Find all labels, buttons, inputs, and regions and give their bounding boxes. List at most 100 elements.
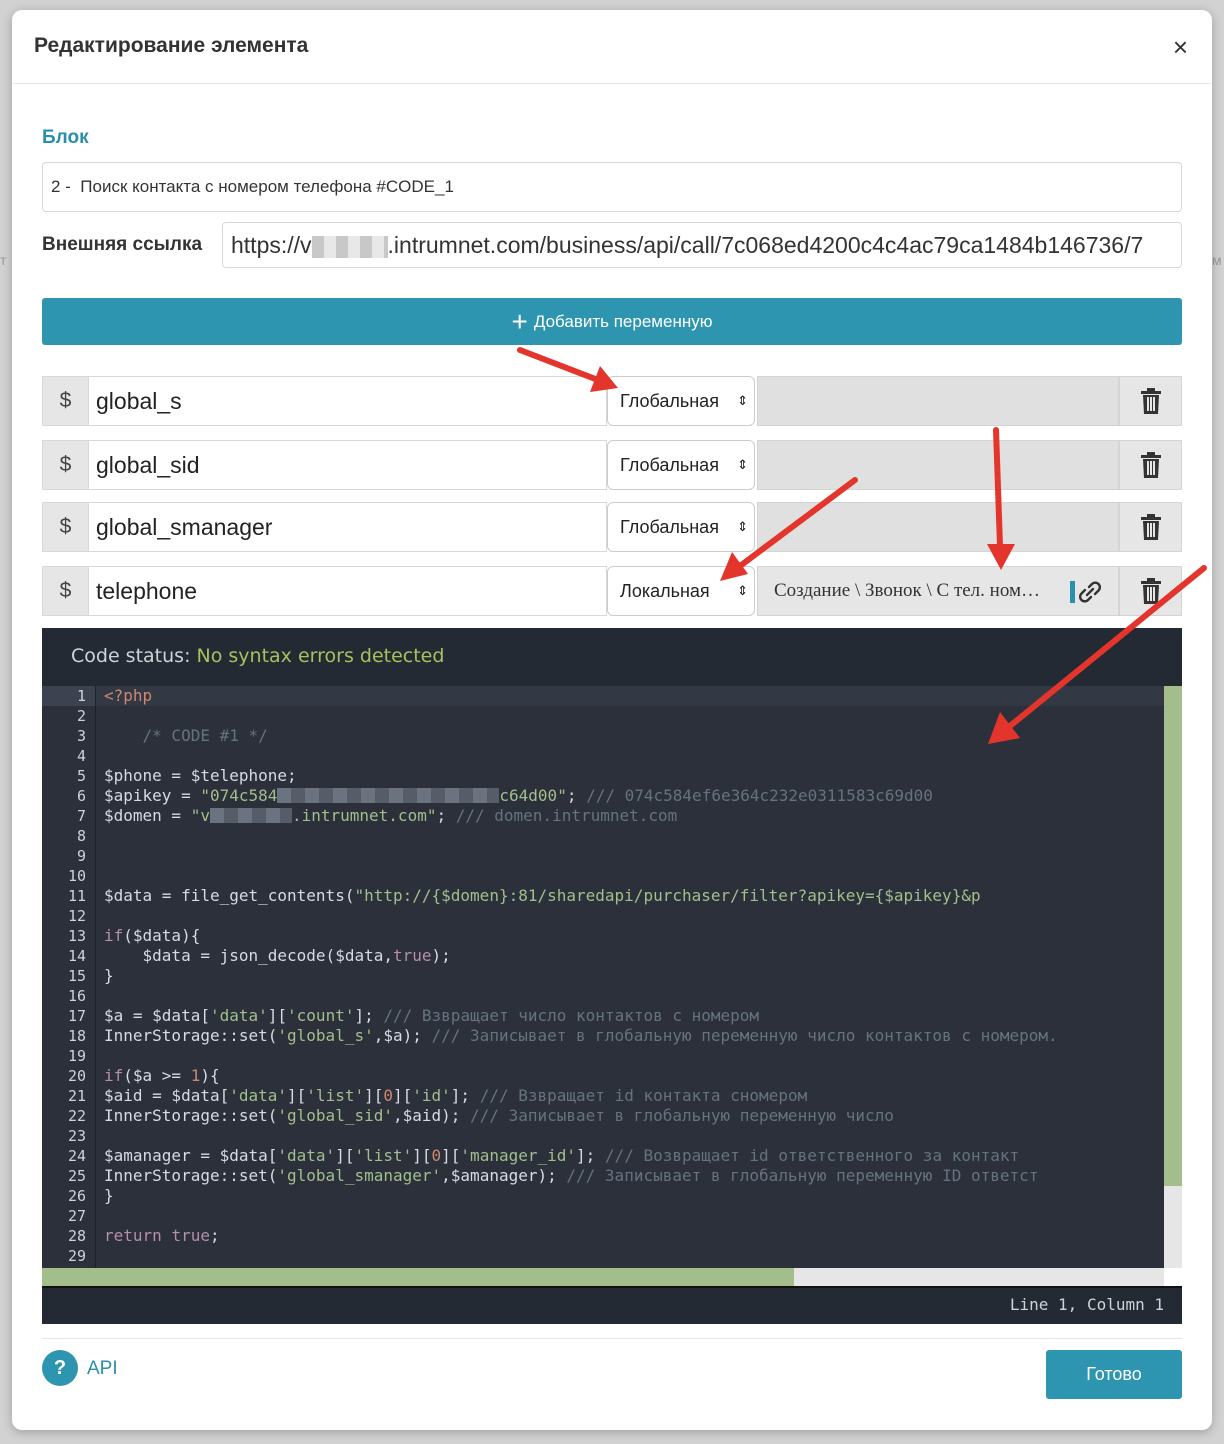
code-token: ][: [364, 1086, 384, 1105]
line-number-gutter: 1 2 3 4 5 6 7 8 9 10 11 12 13 14 15 16 1…: [42, 686, 96, 1268]
code-token: $data = file_get_contents(: [104, 886, 355, 905]
scope-select[interactable]: Глобальная ⇕: [607, 440, 755, 490]
trash-icon: [1140, 388, 1161, 414]
variable-value-text: Создание \ Звонок \ С тел. ном…: [774, 580, 1040, 601]
link-icon[interactable]: [1076, 580, 1104, 604]
vertical-scrollbar[interactable]: [1164, 686, 1182, 1268]
code-token: 0: [383, 1086, 393, 1105]
code-token: ];: [576, 1146, 605, 1165]
code-line: InnerStorage::set('global_s',$a); /// За…: [104, 1026, 1164, 1046]
line-number: 16: [67, 987, 86, 1005]
code-token: InnerStorage::set(: [104, 1106, 278, 1125]
variable-value-field[interactable]: [757, 376, 1119, 426]
line-number: 2: [76, 707, 86, 725]
trash-icon: [1140, 452, 1161, 478]
backdrop-fragment-right: м: [1212, 252, 1222, 268]
code-token: 'count': [287, 1006, 355, 1025]
delete-variable-button[interactable]: [1119, 566, 1182, 616]
code-token: /* CODE #1 */: [104, 726, 268, 745]
code-token: /// Взвращает число контактов с номером: [383, 1006, 760, 1025]
code-token: 'global_s': [277, 1026, 374, 1045]
horizontal-scrollbar[interactable]: [42, 1268, 1164, 1286]
external-link-field[interactable]: https://v .intrumnet.com/business/api/cal…: [222, 222, 1182, 268]
variable-row: $ telephone Локальная ⇕ Создание \ Звоно…: [42, 566, 1182, 616]
line-number: 25: [67, 1167, 86, 1185]
delete-variable-button[interactable]: [1119, 502, 1182, 552]
scope-select[interactable]: Локальная ⇕: [607, 566, 755, 616]
code-token: ;: [566, 786, 587, 805]
edit-element-modal: Редактирование элемента × Блок Внешняя с…: [12, 10, 1212, 1430]
scope-select-value: Глобальная: [620, 517, 719, 537]
line-number: 18: [67, 1027, 86, 1045]
code-token: /// Взвращает id контакта снoмером: [479, 1086, 808, 1105]
block-label: Блок: [42, 127, 89, 148]
variable-value-field[interactable]: [757, 440, 1119, 490]
variable-name-input[interactable]: global_smanager: [89, 502, 607, 552]
line-number: 8: [76, 827, 86, 845]
code-line: if($a >= 1){: [104, 1066, 1164, 1086]
code-line: }: [104, 1186, 1164, 1206]
line-number: 27: [67, 1207, 86, 1225]
plus-icon: +: [511, 305, 528, 337]
scope-select[interactable]: Глобальная ⇕: [607, 502, 755, 552]
line-number: 24: [67, 1147, 86, 1165]
code-token: $aid = $data[: [104, 1086, 230, 1105]
code-token: );: [431, 946, 451, 965]
api-link[interactable]: API: [87, 1358, 118, 1380]
code-token: 'id': [412, 1086, 451, 1105]
redacted-blur: [311, 235, 388, 258]
modal-title: Редактирование элемента: [34, 34, 309, 57]
block-name-field[interactable]: [42, 162, 1182, 212]
delete-variable-button[interactable]: [1119, 440, 1182, 490]
dollar-prefix: $: [42, 440, 89, 490]
code-token: ][: [287, 1086, 307, 1105]
variable-value-field[interactable]: Создание \ Звонок \ С тел. ном…: [757, 566, 1119, 616]
code-token: /// Записывает в глобальную переменную ч…: [431, 1026, 1058, 1045]
add-variable-button[interactable]: + Добавить переменную: [42, 298, 1182, 345]
done-button[interactable]: Готово: [1046, 1350, 1182, 1399]
code-token: if: [104, 926, 124, 945]
code-token: /// Записывает в глобальную переменную I…: [566, 1166, 1039, 1185]
variable-value-field[interactable]: [757, 502, 1119, 552]
delete-variable-button[interactable]: [1119, 376, 1182, 426]
line-number: 28: [67, 1227, 86, 1245]
code-token: ,$aid);: [392, 1106, 471, 1125]
select-arrows-icon: ⇕: [737, 457, 748, 472]
code-lines: <?php /* CODE #1 */ $phone = $telephone;…: [96, 686, 1164, 1266]
horizontal-scrollbar-thumb[interactable]: [42, 1268, 794, 1286]
modal-header: Редактирование элемента ×: [12, 10, 1212, 84]
code-editor: Code status: No syntax errors detected 1…: [42, 628, 1182, 1324]
variable-name-input[interactable]: telephone: [89, 566, 607, 616]
code-token: "http://{$domen}:81/sharedapi/purchaser/…: [354, 886, 981, 905]
code-token: /// Записывает в глобальную переменную ч…: [470, 1106, 894, 1125]
code-token: true: [171, 1226, 210, 1245]
variable-name-input[interactable]: global_s: [89, 376, 607, 426]
code-token: }: [104, 966, 114, 985]
code-token: 'data': [277, 1146, 336, 1165]
line-number: 10: [67, 867, 86, 885]
code-token: ][: [412, 1146, 432, 1165]
line-number: 15: [67, 967, 86, 985]
scope-select[interactable]: Глобальная ⇕: [607, 376, 755, 426]
code-text-area[interactable]: 1 2 3 4 5 6 7 8 9 10 11 12 13 14 15 16 1…: [42, 686, 1164, 1268]
scope-select-value: Глобальная: [620, 391, 719, 411]
variable-name-input[interactable]: global_sid: [89, 440, 607, 490]
close-icon[interactable]: ×: [1173, 34, 1188, 60]
code-token: ,$a);: [373, 1026, 432, 1045]
code-token: InnerStorage::set(: [104, 1166, 278, 1185]
code-token: ][: [267, 1006, 288, 1025]
vertical-scrollbar-thumb[interactable]: [1164, 686, 1182, 1186]
code-line: return true;: [104, 1226, 1164, 1246]
help-icon[interactable]: ?: [42, 1350, 78, 1386]
code-token: true: [392, 946, 432, 965]
dollar-prefix: $: [42, 566, 89, 616]
cursor-position: Line 1, Column 1: [1009, 1295, 1164, 1314]
